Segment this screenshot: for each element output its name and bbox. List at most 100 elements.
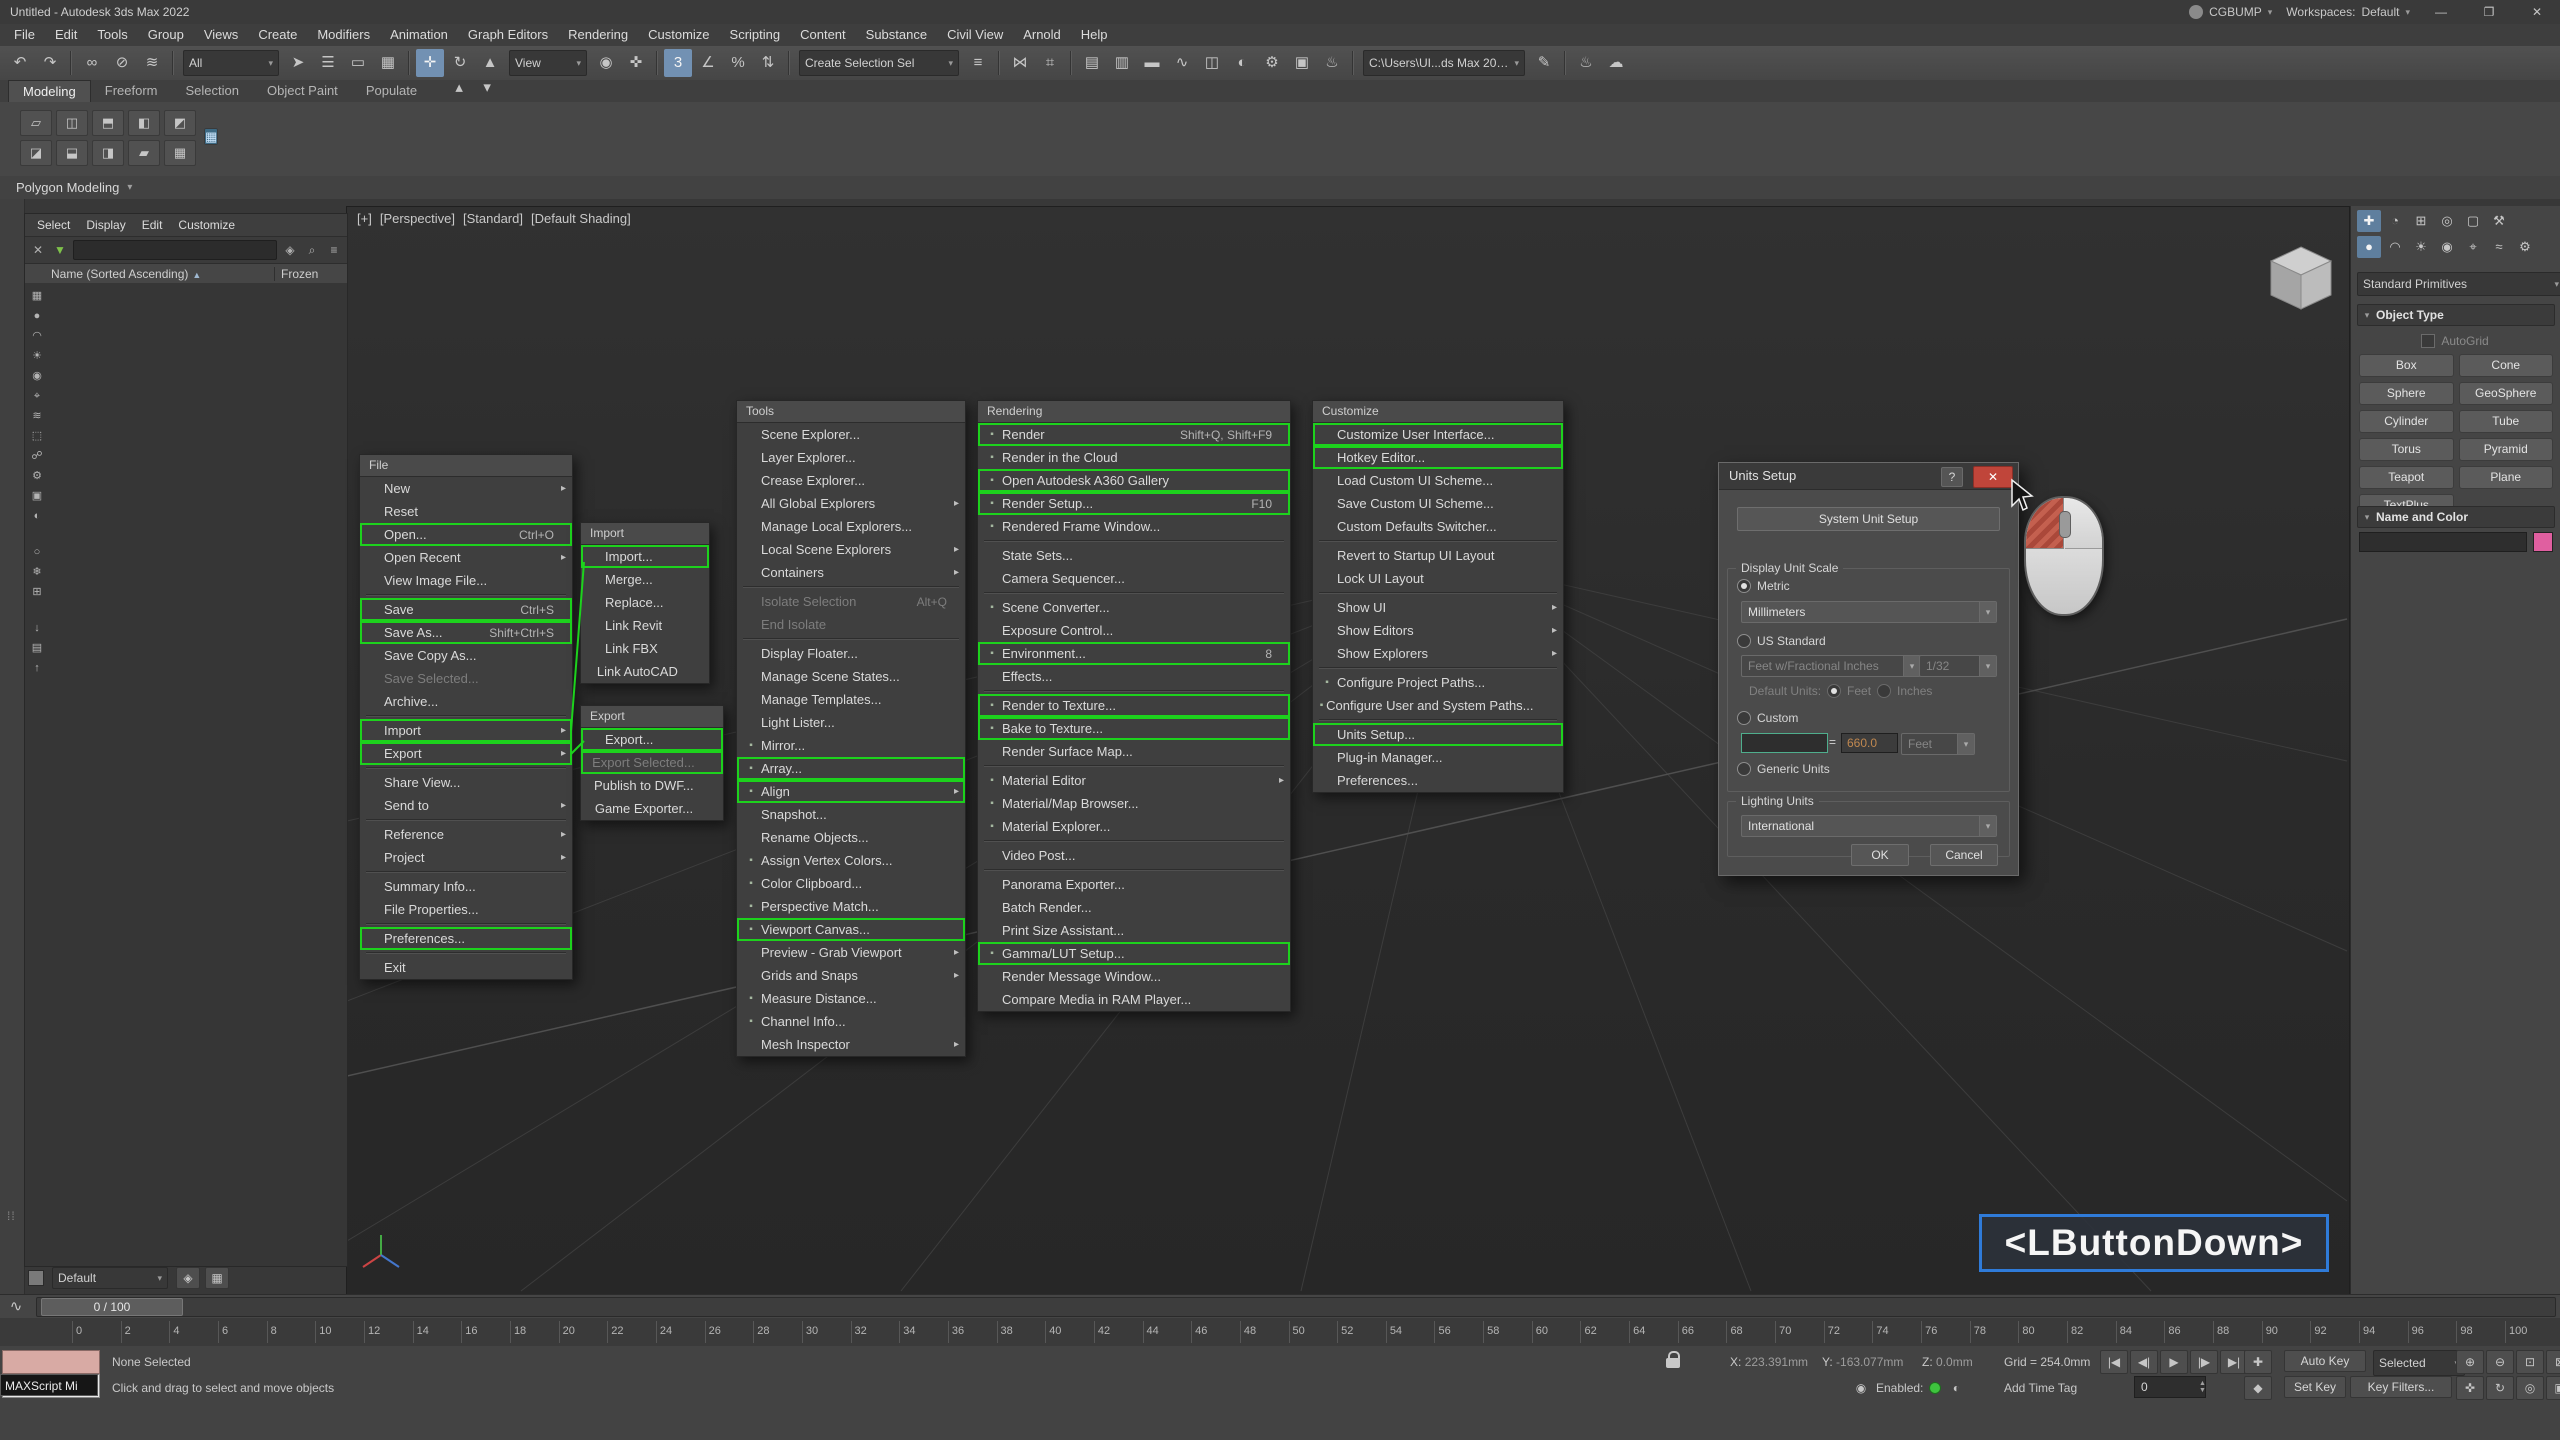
display-hidden-icon[interactable]: ○ [27, 543, 47, 561]
render-iterative-icon[interactable]: ♨ [1572, 49, 1600, 77]
menu-item-units-setup[interactable]: Units Setup... [1313, 723, 1563, 746]
selection-lock-icon[interactable] [1666, 1358, 1680, 1368]
object-type-plane[interactable]: Plane [2459, 466, 2554, 489]
primitive-category-dropdown[interactable]: Standard Primitives▾ [2357, 272, 2560, 296]
align-icon[interactable]: ⌗ [1036, 49, 1064, 77]
menubar-item-views[interactable]: Views [194, 24, 248, 46]
menubar-item-animation[interactable]: Animation [380, 24, 458, 46]
menu-item-view-image-file[interactable]: View Image File... [360, 569, 572, 592]
ribbon-ring-tool-icon[interactable]: ⬓ [56, 140, 88, 166]
category-geometry-icon[interactable]: ● [2357, 236, 2381, 258]
menu-item-show-editors[interactable]: Show Editors▸ [1313, 619, 1563, 642]
filter-shapes-icon[interactable]: ◠ [27, 327, 47, 345]
zoom-region-icon[interactable]: ⊠ [2546, 1350, 2560, 1374]
dock-grip-icon[interactable]: ⁞⁞ [7, 1209, 16, 1223]
menu-item-game-exporter[interactable]: Game Exporter... [581, 797, 723, 820]
viewport-label-perspective[interactable]: [Perspective] [380, 211, 455, 226]
toggle-ribbon-icon[interactable]: ▬ [1138, 49, 1166, 77]
project-folder-dropdown[interactable]: C:\Users\UI...ds Max 2022▾ [1363, 50, 1525, 76]
coordinate-z[interactable]: Z: 0.0mm [1922, 1350, 1973, 1374]
menu-item-preview-grab-viewport[interactable]: Preview - Grab Viewport▸ [737, 941, 965, 964]
named-selection-sets-dropdown[interactable]: Create Selection Sel▾ [799, 50, 959, 76]
dialog-close-button[interactable]: ✕ [1973, 466, 2013, 488]
menu-item-compare-media-in-ram-player[interactable]: Compare Media in RAM Player... [978, 988, 1290, 1011]
menu-item-scene-explorer[interactable]: Scene Explorer... [737, 423, 965, 446]
menu-item-color-clipboard[interactable]: ▪Color Clipboard... [737, 872, 965, 895]
display-frozen-icon[interactable]: ❄ [27, 563, 47, 581]
menubar-item-tools[interactable]: Tools [87, 24, 137, 46]
menu-item-environment[interactable]: ▪Environment...8 [978, 642, 1290, 665]
menubar-item-content[interactable]: Content [790, 24, 856, 46]
time-slider-handle[interactable]: 0 / 100 [41, 1298, 183, 1316]
menu-title-tools[interactable]: Tools [737, 401, 965, 423]
custom-unit-measure-dropdown[interactable]: Feet▾ [1901, 733, 1975, 755]
menu-item-show-explorers[interactable]: Show Explorers▸ [1313, 642, 1563, 665]
mini-curve-editor-icon[interactable]: ∿ [2, 1293, 30, 1321]
category-systems-icon[interactable]: ⚙ [2513, 236, 2537, 258]
menubar-item-scripting[interactable]: Scripting [720, 24, 791, 46]
scene-explorer-menu-display[interactable]: Display [78, 214, 133, 236]
tab-hierarchy-icon[interactable]: ⊞ [2409, 210, 2433, 232]
ribbon-toggle-panel-icon[interactable]: ▦ [204, 128, 218, 145]
next-frame-button[interactable]: |▶ [2190, 1350, 2218, 1374]
tab-modify-icon[interactable]: ◔ [2383, 210, 2407, 232]
ribbon-tab-object-paint[interactable]: Object Paint [253, 80, 352, 102]
inches-radio[interactable] [1877, 684, 1891, 698]
track-bar[interactable]: 0246810121416182022242628303234363840424… [0, 1318, 2560, 1347]
menu-item-array[interactable]: ▪Array... [737, 757, 965, 780]
menu-item-reset[interactable]: Reset [360, 500, 572, 523]
menu-title-file[interactable]: File [360, 455, 572, 477]
adaptive-degradation-icon[interactable]: ◐ [1947, 1379, 1965, 1397]
lock-icon[interactable]: ◈ [176, 1267, 200, 1289]
menu-title-import[interactable]: Import [581, 523, 709, 545]
viewcube[interactable] [2263, 241, 2339, 317]
redo-icon[interactable]: ↷ [36, 49, 64, 77]
menu-item-manage-local-explorers[interactable]: Manage Local Explorers... [737, 515, 965, 538]
menu-item-replace[interactable]: Replace... [581, 591, 709, 614]
maximize-viewport-icon[interactable]: ▣ [2546, 1376, 2560, 1400]
menubar-item-arnold[interactable]: Arnold [1013, 24, 1071, 46]
add-time-tag[interactable]: Add Time Tag [2004, 1376, 2077, 1400]
explorer-settings-icon[interactable]: ≡ [325, 243, 343, 257]
menubar-item-create[interactable]: Create [248, 24, 307, 46]
ribbon-tab-populate[interactable]: Populate [352, 80, 431, 102]
menu-item-link-revit[interactable]: Link Revit [581, 614, 709, 637]
menu-item-video-post[interactable]: Video Post... [978, 844, 1290, 867]
select-and-manipulate-icon[interactable]: ✜ [622, 49, 650, 77]
frame-spinner[interactable]: ▲▼ [2199, 1376, 2211, 1398]
filter-materials-icon[interactable]: ◐ [27, 507, 47, 525]
custom-unit-value-field[interactable]: 660.0 [1841, 733, 1898, 753]
menu-item-rename-objects[interactable]: Rename Objects... [737, 826, 965, 849]
custom-unit-name-field[interactable] [1741, 733, 1828, 753]
tab-utilities-icon[interactable]: ⚒ [2487, 210, 2511, 232]
auto-key-button[interactable]: Auto Key [2284, 1350, 2366, 1372]
menu-item-hotkey-editor[interactable]: Hotkey Editor... [1313, 446, 1563, 469]
render-in-cloud-icon[interactable]: ☁ [1602, 49, 1630, 77]
menu-item-link-fbx[interactable]: Link FBX [581, 637, 709, 660]
grid-toggle-icon[interactable]: ▦ [205, 1267, 229, 1289]
menu-item-save-selected[interactable]: Save Selected... [360, 667, 572, 690]
sort-by-type-icon[interactable]: ▤ [27, 639, 47, 657]
select-and-rotate-icon[interactable]: ↻ [446, 49, 474, 77]
zoom-all-icon[interactable]: ⊖ [2486, 1350, 2514, 1374]
select-object-icon[interactable]: ➤ [284, 49, 312, 77]
menu-item-all-global-explorers[interactable]: All Global Explorers▸ [737, 492, 965, 515]
menu-item-render-in-the-cloud[interactable]: ▪Render in the Cloud [978, 446, 1290, 469]
ribbon-polygon-tool-icon[interactable]: ◧ [128, 110, 160, 136]
tab-display-icon[interactable]: ▢ [2461, 210, 2485, 232]
object-type-cone[interactable]: Cone [2459, 354, 2554, 377]
menu-item-reference[interactable]: Reference▸ [360, 823, 572, 846]
toggle-scene-explorer-icon[interactable]: ▤ [1078, 49, 1106, 77]
menu-item-share-view[interactable]: Share View... [360, 771, 572, 794]
menu-item-configure-user-and-system-paths[interactable]: ▪Configure User and System Paths... [1313, 694, 1563, 717]
bind-to-space-warp-icon[interactable]: ≋ [138, 49, 166, 77]
menu-item-exit[interactable]: Exit [360, 956, 572, 979]
ribbon-shrink-tool-icon[interactable]: ▰ [128, 140, 160, 166]
snaps-toggle-icon[interactable]: 3 [664, 49, 692, 77]
menu-title-customize[interactable]: Customize [1313, 401, 1563, 423]
lock-explorer-icon[interactable]: ◈ [281, 243, 299, 257]
close-button[interactable]: ✕ [2520, 2, 2554, 22]
object-type-cylinder[interactable]: Cylinder [2359, 410, 2454, 433]
set-keys-button[interactable]: ✚ [2244, 1350, 2272, 1374]
menu-item-measure-distance[interactable]: ▪Measure Distance... [737, 987, 965, 1010]
